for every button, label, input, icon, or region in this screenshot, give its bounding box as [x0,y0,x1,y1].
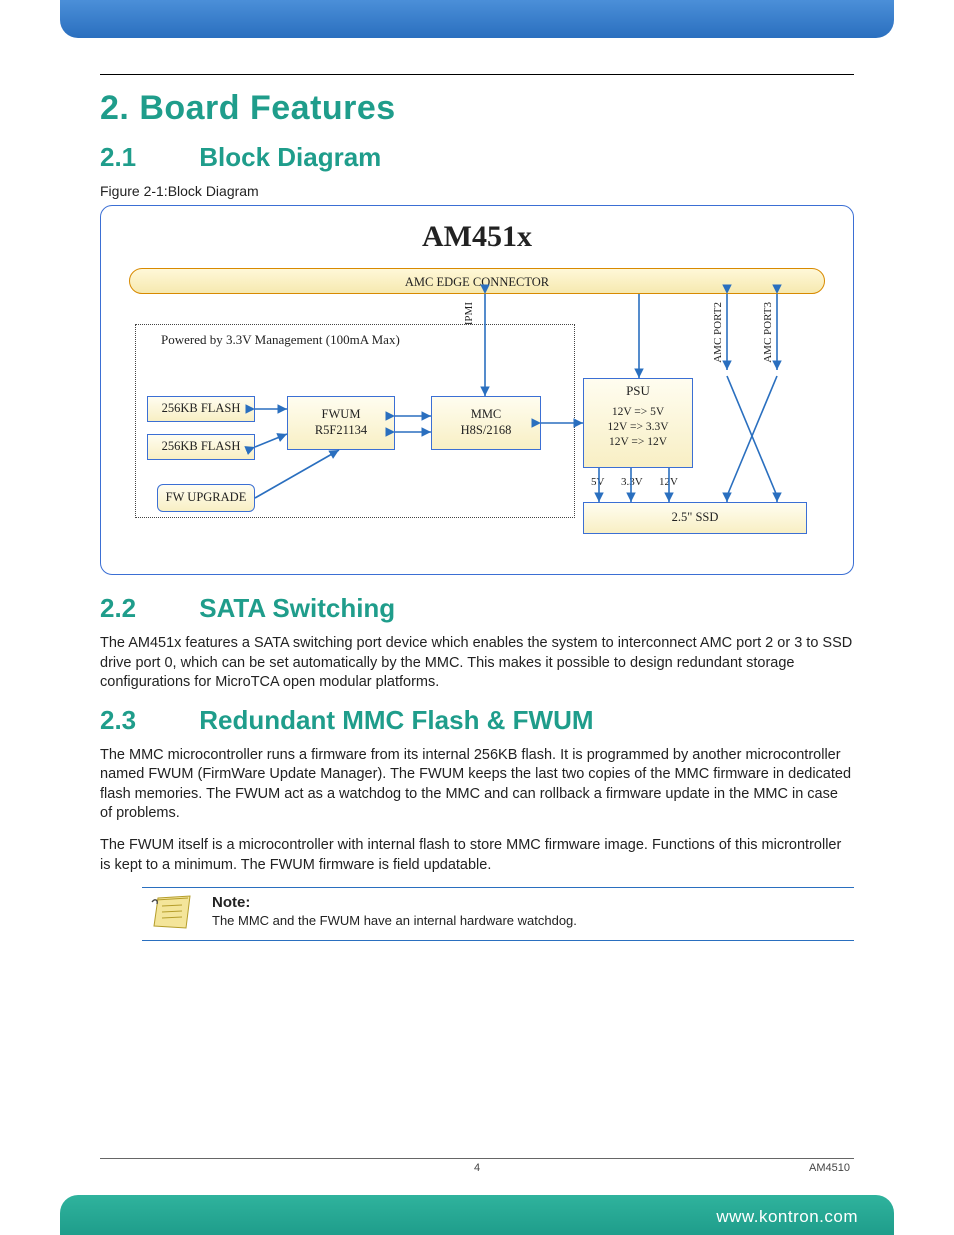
fw-upgrade-block: FW UPGRADE [157,484,255,512]
sata-paragraph: The AM451x features a SATA switching por… [100,634,854,693]
psu-out-33v: 3.3V [621,476,643,488]
management-label: Powered by 3.3V Management (100mA Max) [161,332,400,348]
section-number: 2.3 [100,705,192,736]
chapter-number: 2. [100,89,129,127]
header-bar [60,0,894,38]
mmc-block: MMC H8S/2168 [431,396,541,450]
mmc-paragraph-2: The FWUM itself is a microcontroller wit… [100,836,854,875]
section-number: 2.2 [100,593,192,624]
psu-title: PSU [626,383,650,399]
psu-line3: 12V => 12V [609,435,667,450]
amc-edge-connector: AMC EDGE CONNECTOR [129,268,825,294]
note-body: Note: The MMC and the FWUM have an inter… [212,894,577,928]
chapter-title: Board Features [139,89,395,127]
figure-label: Figure 2-1:Block Diagram [100,183,854,199]
section-title: Redundant MMC Flash & FWUM [199,705,593,735]
psu-line1: 12V => 5V [612,405,664,420]
flash-1-block: 256KB FLASH [147,396,255,422]
psu-block: PSU 12V => 5V 12V => 3.3V 12V => 12V [583,378,693,468]
psu-line2: 12V => 3.3V [608,420,669,435]
mmc-line2: H8S/2168 [461,423,512,439]
fwum-block: FWUM R5F21134 [287,396,395,450]
diagram-title: AM451x [101,220,853,254]
amc-port3-label: AMC PORT3 [762,302,774,363]
ssd-block: 2.5" SSD [583,502,807,534]
psu-out-12v: 12V [659,476,678,488]
section-title: Block Diagram [199,142,381,172]
section-title: SATA Switching [199,593,395,623]
section-number: 2.1 [100,142,192,173]
block-diagram: AM451x AMC EDGE CONNECTOR Powered by 3.3… [100,205,854,575]
fwum-line1: FWUM [322,407,361,423]
page-content: 2. Board Features 2.1 Block Diagram Figu… [100,74,854,941]
footer-rule [100,1158,854,1159]
flash-2-block: 256KB FLASH [147,434,255,460]
section-2-2-heading: 2.2 SATA Switching [100,593,854,624]
mmc-line1: MMC [471,407,502,423]
note-icon [150,894,194,932]
mmc-paragraph-1: The MMC microcontroller runs a firmware … [100,746,854,824]
fwum-line2: R5F21134 [315,423,367,439]
footer-url: www.kontron.com [716,1207,858,1227]
fw-upgrade-label: FW UPGRADE [166,490,247,506]
note-text: The MMC and the FWUM have an internal ha… [212,913,577,928]
footer-model: AM4510 [809,1162,850,1174]
chapter-heading: 2. Board Features [100,89,854,128]
amc-port2-label: AMC PORT2 [712,302,724,363]
section-2-3-heading: 2.3 Redundant MMC Flash & FWUM [100,705,854,736]
note-box: Note: The MMC and the FWUM have an inter… [142,887,854,941]
note-title: Note: [212,894,577,911]
psu-out-5v: 5V [591,476,604,488]
ipmi-label: IPMI [463,302,475,325]
section-2-1-heading: 2.1 Block Diagram [100,142,854,173]
